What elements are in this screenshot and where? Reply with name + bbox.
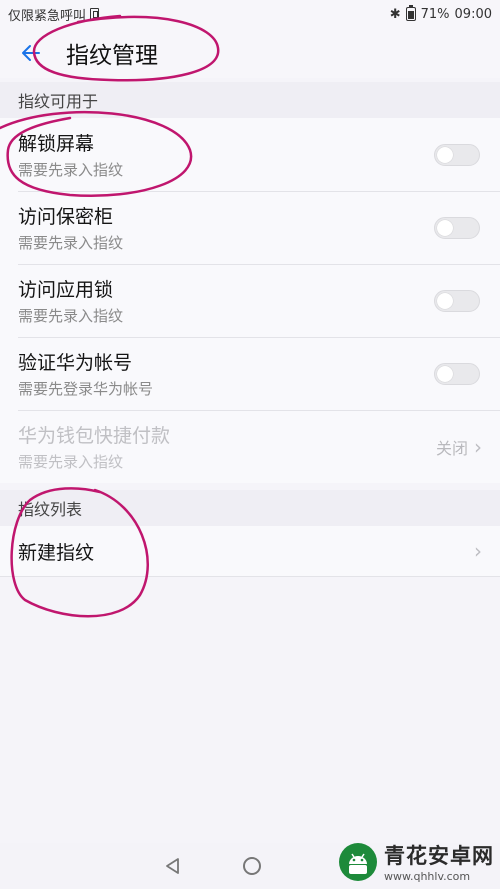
toggle-knob	[437, 365, 453, 382]
item-title: 访问应用锁	[18, 279, 114, 301]
item-subtitle: 需要先录入指纹	[18, 161, 124, 179]
sim-card-icon	[90, 8, 100, 20]
section-header-fingerprint-list: 指纹列表	[0, 490, 500, 526]
list-item-unlock-screen[interactable]: 解锁屏幕 需要先录入指纹	[0, 118, 500, 191]
list-item-app-lock[interactable]: 访问应用锁 需要先录入指纹	[0, 264, 500, 337]
list-item-huawei-account[interactable]: 验证华为帐号 需要先登录华为帐号	[0, 337, 500, 410]
unlock-screen-toggle[interactable]	[434, 143, 480, 166]
toggle-knob	[437, 219, 453, 236]
item-subtitle: 需要先录入指纹	[18, 307, 124, 325]
nav-back-icon[interactable]	[163, 856, 183, 876]
status-bar: 仅限紧急呼叫 ✱ 71% 09:00	[0, 0, 500, 28]
item-title: 解锁屏幕	[18, 133, 95, 155]
nav-home-icon[interactable]	[243, 857, 261, 875]
fingerprint-list: 新建指纹 ›	[0, 526, 500, 576]
clock: 09:00	[454, 6, 492, 22]
item-subtitle: 需要先录入指纹	[18, 234, 124, 252]
watermark-url: www.qhhlv.com	[384, 870, 471, 883]
chevron-right-icon: ›	[474, 434, 482, 459]
section-header-usage: 指纹可用于	[0, 82, 500, 118]
chevron-right-icon: ›	[474, 539, 482, 563]
android-robot-logo-icon	[339, 842, 377, 881]
item-subtitle: 需要先录入指纹	[18, 453, 124, 471]
item-title: 新建指纹	[18, 541, 95, 564]
list-item-wallet-pay[interactable]: 华为钱包快捷付款 需要先录入指纹 关闭 ›	[0, 410, 500, 483]
watermark-title: 青花安卓网	[384, 844, 494, 868]
item-title: 访问保密柜	[18, 206, 114, 228]
item-title: 华为钱包快捷付款	[18, 425, 171, 447]
toggle-knob	[437, 146, 453, 163]
item-subtitle: 需要先登录华为帐号	[18, 380, 154, 398]
status-left: 仅限紧急呼叫	[8, 5, 100, 24]
watermark: 青花安卓网 www.qhhlv.com	[338, 840, 494, 883]
wallet-pay-status: 关闭	[435, 438, 468, 458]
battery-percent: 71%	[420, 6, 450, 22]
page-title: 指纹管理	[66, 43, 158, 69]
arrow-left-icon	[22, 45, 40, 61]
app-lock-toggle[interactable]	[434, 289, 480, 312]
list-item-safe[interactable]: 访问保密柜 需要先录入指纹	[0, 191, 500, 264]
list-item-new-fingerprint[interactable]: 新建指纹 ›	[0, 526, 500, 576]
battery-icon	[405, 4, 416, 21]
toolbar: 指纹管理	[0, 28, 500, 78]
status-right: ✱ 71% 09:00	[389, 4, 492, 22]
item-title: 验证华为帐号	[18, 352, 133, 374]
huawei-account-toggle[interactable]	[434, 362, 480, 385]
carrier-text: 仅限紧急呼叫	[8, 8, 87, 24]
back-button[interactable]	[6, 28, 56, 78]
usage-list: 解锁屏幕 需要先录入指纹 访问保密柜 需要先录入指纹 访问应用锁 需要先录入指纹…	[0, 118, 500, 483]
divider	[0, 576, 500, 577]
toggle-knob	[437, 292, 453, 309]
safe-toggle[interactable]	[434, 216, 480, 239]
bluetooth-icon: ✱	[389, 6, 401, 22]
